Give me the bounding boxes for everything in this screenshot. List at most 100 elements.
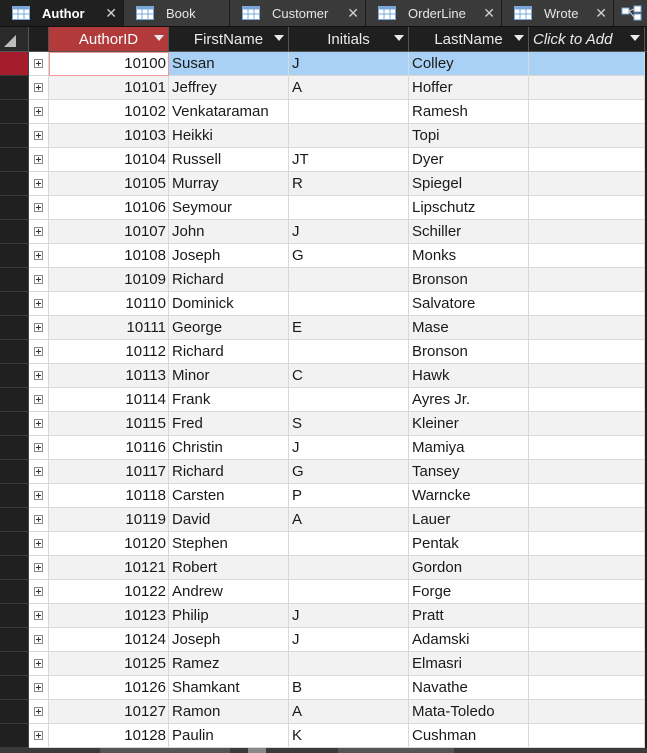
cell-authorid[interactable]: 10111	[49, 316, 169, 340]
table-row[interactable]: 10127 Ramon A Mata-Toledo	[0, 700, 647, 724]
cell-lastname[interactable]: Cushman	[409, 724, 529, 748]
cell-initials[interactable]: J	[289, 628, 409, 652]
cell-click-to-add[interactable]	[529, 124, 645, 148]
record-selector[interactable]	[0, 556, 29, 580]
cell-firstname[interactable]: John	[169, 220, 289, 244]
cell-click-to-add[interactable]	[529, 436, 645, 460]
cell-click-to-add[interactable]	[529, 724, 645, 748]
cell-lastname[interactable]: Gordon	[409, 556, 529, 580]
cell-authorid[interactable]: 10119	[49, 508, 169, 532]
table-row[interactable]: 10109 Richard Bronson	[0, 268, 647, 292]
cell-firstname[interactable]: Philip	[169, 604, 289, 628]
record-selector[interactable]	[0, 604, 29, 628]
table-row[interactable]: 10119 David A Lauer	[0, 508, 647, 532]
cell-initials[interactable]	[289, 292, 409, 316]
cell-initials[interactable]: C	[289, 364, 409, 388]
cell-initials[interactable]: J	[289, 220, 409, 244]
table-row[interactable]: 10113 Minor C Hawk	[0, 364, 647, 388]
cell-lastname[interactable]: Bronson	[409, 340, 529, 364]
cell-click-to-add[interactable]	[529, 172, 645, 196]
cell-lastname[interactable]: Salvatore	[409, 292, 529, 316]
cell-authorid[interactable]: 10117	[49, 460, 169, 484]
dropdown-arrow-icon[interactable]	[514, 35, 524, 41]
table-row[interactable]: 10100 Susan J Colley	[0, 52, 647, 76]
cell-initials[interactable]: P	[289, 484, 409, 508]
table-row[interactable]: 10103 Heikki Topi	[0, 124, 647, 148]
cell-initials[interactable]	[289, 100, 409, 124]
cell-authorid[interactable]: 10100	[49, 52, 169, 76]
close-icon[interactable]: ✕	[483, 5, 495, 22]
cell-firstname[interactable]: Richard	[169, 340, 289, 364]
cell-initials[interactable]	[289, 532, 409, 556]
cell-click-to-add[interactable]	[529, 52, 645, 76]
record-selector[interactable]	[0, 148, 29, 172]
table-row[interactable]: 10104 Russell JT Dyer	[0, 148, 647, 172]
expand-subdatasheet-button[interactable]	[29, 172, 49, 196]
column-header-firstname[interactable]: FirstName	[169, 27, 289, 51]
cell-firstname[interactable]: Heikki	[169, 124, 289, 148]
record-selector[interactable]	[0, 460, 29, 484]
cell-lastname[interactable]: Mata-Toledo	[409, 700, 529, 724]
record-selector[interactable]	[0, 508, 29, 532]
cell-click-to-add[interactable]	[529, 100, 645, 124]
expand-subdatasheet-button[interactable]	[29, 532, 49, 556]
cell-lastname[interactable]: Elmasri	[409, 652, 529, 676]
cell-initials[interactable]: B	[289, 676, 409, 700]
expand-subdatasheet-button[interactable]	[29, 244, 49, 268]
cell-click-to-add[interactable]	[529, 316, 645, 340]
cell-click-to-add[interactable]	[529, 604, 645, 628]
record-selector[interactable]	[0, 700, 29, 724]
cell-lastname[interactable]: Schiller	[409, 220, 529, 244]
cell-lastname[interactable]: Dyer	[409, 148, 529, 172]
record-selector[interactable]	[0, 172, 29, 196]
cell-initials[interactable]	[289, 556, 409, 580]
cell-click-to-add[interactable]	[529, 340, 645, 364]
cell-firstname[interactable]: Seymour	[169, 196, 289, 220]
table-row[interactable]: 10126 Shamkant B Navathe	[0, 676, 647, 700]
table-row[interactable]: 10111 George E Mase	[0, 316, 647, 340]
expand-subdatasheet-button[interactable]	[29, 316, 49, 340]
cell-authorid[interactable]: 10112	[49, 340, 169, 364]
record-selector[interactable]	[0, 724, 29, 748]
cell-click-to-add[interactable]	[529, 700, 645, 724]
tab-customer[interactable]: Customer ✕	[230, 0, 366, 26]
cell-authorid[interactable]: 10115	[49, 412, 169, 436]
cell-lastname[interactable]: Spiegel	[409, 172, 529, 196]
table-row[interactable]: 10125 Ramez Elmasri	[0, 652, 647, 676]
cell-initials[interactable]: E	[289, 316, 409, 340]
cell-click-to-add[interactable]	[529, 196, 645, 220]
cell-authorid[interactable]: 10126	[49, 676, 169, 700]
expand-subdatasheet-button[interactable]	[29, 460, 49, 484]
dropdown-arrow-icon[interactable]	[394, 35, 404, 41]
expand-subdatasheet-button[interactable]	[29, 100, 49, 124]
cell-authorid[interactable]: 10123	[49, 604, 169, 628]
expand-subdatasheet-button[interactable]	[29, 220, 49, 244]
cell-click-to-add[interactable]	[529, 292, 645, 316]
cell-firstname[interactable]: Minor	[169, 364, 289, 388]
expand-subdatasheet-button[interactable]	[29, 412, 49, 436]
expand-subdatasheet-button[interactable]	[29, 556, 49, 580]
cell-lastname[interactable]: Pentak	[409, 532, 529, 556]
cell-click-to-add[interactable]	[529, 556, 645, 580]
cell-lastname[interactable]: Mamiya	[409, 436, 529, 460]
cell-firstname[interactable]: Jeffrey	[169, 76, 289, 100]
expand-subdatasheet-button[interactable]	[29, 148, 49, 172]
cell-click-to-add[interactable]	[529, 364, 645, 388]
record-selector[interactable]	[0, 52, 29, 76]
cell-initials[interactable]	[289, 652, 409, 676]
cell-lastname[interactable]: Hawk	[409, 364, 529, 388]
record-selector[interactable]	[0, 316, 29, 340]
table-row[interactable]: 10123 Philip J Pratt	[0, 604, 647, 628]
close-icon[interactable]: ✕	[347, 5, 359, 22]
dropdown-arrow-icon[interactable]	[630, 35, 640, 41]
cell-lastname[interactable]: Colley	[409, 52, 529, 76]
cell-firstname[interactable]: Richard	[169, 460, 289, 484]
record-selector[interactable]	[0, 580, 29, 604]
table-row[interactable]: 10122 Andrew Forge	[0, 580, 647, 604]
expand-subdatasheet-button[interactable]	[29, 52, 49, 76]
cell-lastname[interactable]: Adamski	[409, 628, 529, 652]
record-selector[interactable]	[0, 628, 29, 652]
expand-subdatasheet-button[interactable]	[29, 388, 49, 412]
record-navigation-bar[interactable]	[100, 748, 230, 753]
cell-firstname[interactable]: Christin	[169, 436, 289, 460]
